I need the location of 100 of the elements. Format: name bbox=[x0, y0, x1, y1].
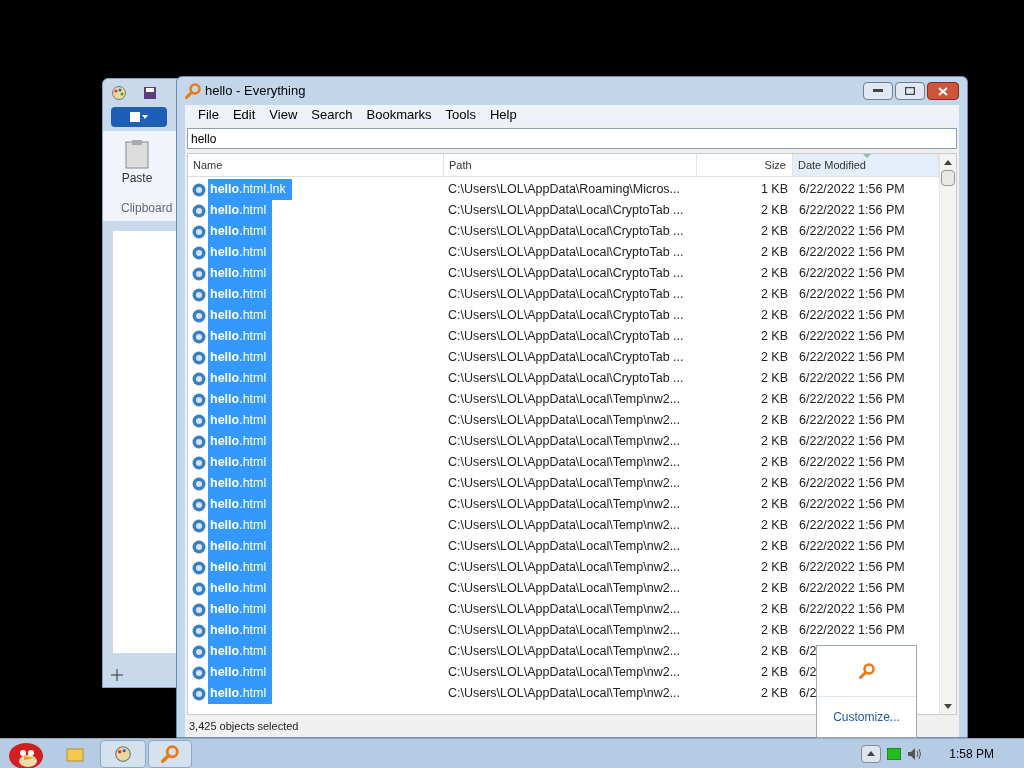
browser-file-icon bbox=[192, 602, 206, 617]
date-cell-text: 6/22/2022 1:56 PM bbox=[798, 349, 906, 367]
path-cell-text: C:\Users\LOL\AppData\Local\Temp\nw2... bbox=[447, 496, 682, 514]
close-button[interactable] bbox=[927, 82, 959, 100]
size-cell-text: 2 KB bbox=[759, 496, 789, 514]
file-name[interactable]: hello.html bbox=[208, 515, 273, 536]
file-name[interactable]: hello.html bbox=[208, 641, 273, 662]
up-arrow-icon bbox=[867, 751, 876, 756]
date-cell-text: 6/22/2022 1:56 PM bbox=[798, 286, 906, 304]
date-cell-text: 6/22/2022 1:56 PM bbox=[798, 580, 906, 598]
size-cell-text: 2 KB bbox=[759, 685, 789, 703]
date-cell-text: 6/22/2022 1:56 PM bbox=[798, 328, 906, 346]
date-cell-text: 6/2 bbox=[798, 685, 818, 703]
maximize-button[interactable] bbox=[895, 82, 925, 100]
file-name[interactable]: hello.html bbox=[208, 347, 273, 368]
file-name[interactable]: hello.html.lnk bbox=[208, 179, 292, 200]
size-cell-text: 2 KB bbox=[759, 223, 789, 241]
path-cell-text: C:\Users\LOL\AppData\Local\Temp\nw2... bbox=[447, 622, 682, 640]
path-cell-text: C:\Users\LOL\AppData\Local\Temp\nw2... bbox=[447, 433, 682, 451]
path-cell-text: C:\Users\LOL\AppData\Local\Temp\nw2... bbox=[447, 538, 682, 556]
size-cell-text: 2 KB bbox=[759, 475, 789, 493]
path-cell-text: C:\Users\LOL\AppData\Local\Temp\nw2... bbox=[447, 559, 682, 577]
date-cell-text: 6/22/2022 1:56 PM bbox=[798, 265, 906, 283]
file-name[interactable]: hello.html bbox=[208, 368, 273, 389]
scrollbar[interactable] bbox=[939, 154, 956, 714]
file-name[interactable]: hello.html bbox=[208, 599, 273, 620]
file-name[interactable]: hello.html bbox=[208, 200, 273, 221]
size-cell-text: 2 KB bbox=[759, 202, 789, 220]
network-icon[interactable] bbox=[887, 747, 902, 760]
file-name[interactable]: hello.html bbox=[208, 557, 273, 578]
sort-arrow-icon bbox=[863, 154, 871, 159]
column-header[interactable]: Date Modified bbox=[793, 154, 939, 176]
file-name[interactable]: hello.html bbox=[208, 284, 273, 305]
speaker-icon[interactable] bbox=[907, 746, 924, 761]
scroll-up-icon bbox=[944, 160, 952, 165]
file-name[interactable]: hello.html bbox=[208, 536, 273, 557]
browser-file-icon bbox=[192, 308, 206, 323]
minimize-button[interactable] bbox=[863, 82, 893, 100]
date-cell-text: 6/22/2022 1:56 PM bbox=[798, 496, 906, 514]
path-cell-text: C:\Users\LOL\AppData\Local\Temp\nw2... bbox=[447, 685, 682, 703]
browser-file-icon bbox=[192, 329, 206, 344]
file-name[interactable]: hello.html bbox=[208, 410, 273, 431]
path-cell-text: C:\Users\LOL\AppData\Local\Temp\nw2... bbox=[447, 517, 682, 535]
path-cell-text: C:\Users\LOL\AppData\Local\Temp\nw2... bbox=[447, 580, 682, 598]
menu-item[interactable]: Search bbox=[304, 105, 360, 125]
menu-item[interactable]: Bookmarks bbox=[359, 105, 439, 125]
paste-button[interactable]: Paste bbox=[111, 139, 163, 187]
file-name[interactable]: hello.html bbox=[208, 473, 273, 494]
size-cell-text: 2 KB bbox=[759, 391, 789, 409]
menu-item[interactable]: Tools bbox=[438, 105, 483, 125]
date-cell-text: 6/22/2022 1:56 PM bbox=[798, 454, 906, 472]
paint-menu-button[interactable] bbox=[111, 107, 167, 127]
file-name[interactable]: hello.html bbox=[208, 662, 273, 683]
file-name[interactable]: hello.html bbox=[208, 221, 273, 242]
save-icon[interactable] bbox=[143, 86, 157, 100]
date-cell-text: 6/22/2022 1:56 PM bbox=[798, 517, 906, 535]
path-cell-text: C:\Users\LOL\AppData\Local\Temp\nw2... bbox=[447, 454, 682, 472]
file-name[interactable]: hello.html bbox=[208, 389, 273, 410]
size-cell-text: 2 KB bbox=[759, 433, 789, 451]
file-name[interactable]: hello.html bbox=[208, 263, 273, 284]
size-cell-text: 2 KB bbox=[759, 580, 789, 598]
show-hidden-icons-button[interactable] bbox=[861, 744, 882, 763]
file-name[interactable]: hello.html bbox=[208, 620, 273, 641]
date-cell-text: 6/22/2022 1:56 PM bbox=[798, 559, 906, 577]
date-cell-text: 6/22/2022 1:56 PM bbox=[798, 223, 906, 241]
maximize-icon bbox=[905, 87, 915, 95]
size-cell-text: 2 KB bbox=[759, 643, 789, 661]
file-name[interactable]: hello.html bbox=[208, 431, 273, 452]
browser-file-icon bbox=[192, 182, 206, 197]
close-icon bbox=[938, 86, 948, 96]
search-field[interactable]: hello bbox=[187, 128, 957, 149]
file-name[interactable]: hello.html bbox=[208, 683, 273, 704]
palette-icon bbox=[114, 744, 132, 763]
menu-item[interactable]: View bbox=[262, 105, 305, 125]
size-cell-text: 2 KB bbox=[759, 244, 789, 262]
path-cell-text: C:\Users\LOL\AppData\Local\Temp\nw2... bbox=[447, 664, 682, 682]
file-name[interactable]: hello.html bbox=[208, 578, 273, 599]
menu-item[interactable]: File bbox=[191, 105, 226, 125]
scroll-down-icon bbox=[944, 704, 952, 709]
palette-icon[interactable] bbox=[111, 85, 127, 101]
clock[interactable]: 1:58 PM bbox=[949, 744, 994, 763]
browser-file-icon bbox=[192, 518, 206, 533]
size-cell-text: 2 KB bbox=[759, 286, 789, 304]
path-cell-text: C:\Users\LOL\AppData\Local\CryptoTab ... bbox=[447, 202, 685, 220]
folder-icon bbox=[66, 745, 84, 762]
path-cell-text: C:\Users\LOL\AppData\Local\CryptoTab ... bbox=[447, 265, 685, 283]
file-name[interactable]: hello.html bbox=[208, 494, 273, 515]
paint-task-button[interactable] bbox=[100, 739, 146, 768]
menu-item[interactable]: Edit bbox=[225, 105, 263, 125]
file-name[interactable]: hello.html bbox=[208, 452, 273, 473]
minimize-icon bbox=[873, 89, 883, 93]
size-cell-text: 2 KB bbox=[759, 622, 789, 640]
customize-link[interactable]: Customize... bbox=[833, 708, 900, 726]
scroll-thumb[interactable] bbox=[941, 170, 955, 186]
browser-file-icon bbox=[192, 686, 206, 701]
file-name[interactable]: hello.html bbox=[208, 242, 273, 263]
file-name[interactable]: hello.html bbox=[208, 326, 273, 347]
browser-file-icon bbox=[192, 665, 206, 680]
file-name[interactable]: hello.html bbox=[208, 305, 273, 326]
menu-item[interactable]: Help bbox=[482, 105, 524, 125]
